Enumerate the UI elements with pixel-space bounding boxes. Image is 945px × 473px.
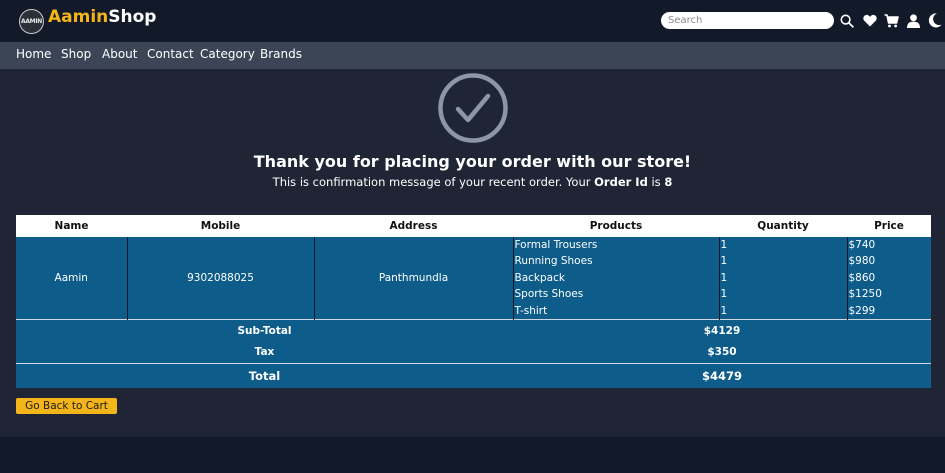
header-name: Name — [16, 215, 127, 237]
brand-part-1: Aamin — [48, 7, 109, 27]
main-nav: Home Shop About Contact Category Brands — [0, 42, 945, 69]
tax-label: Tax — [16, 341, 513, 364]
order-id-value: 8 — [664, 175, 673, 189]
product-name: Backpack — [514, 271, 565, 284]
cart-icon[interactable] — [883, 12, 899, 29]
nav-home[interactable]: Home — [16, 47, 51, 61]
product-price: $740 — [848, 239, 876, 251]
product-quantity: 1 — [720, 288, 728, 301]
brand-part-2: Shop — [108, 7, 157, 27]
product-name: Sports Shoes — [514, 288, 584, 301]
nav-brands[interactable]: Brands — [260, 47, 302, 61]
product-quantity: 1 — [720, 255, 728, 268]
tax-value: $350 — [513, 341, 931, 364]
search-icon[interactable] — [839, 12, 855, 29]
products-cell: Formal Trousers Running Shoes Backpack S… — [513, 237, 720, 320]
order-table: Name Mobile Address Products Quantity Pr… — [16, 215, 931, 389]
order-table-container: Name Mobile Address Products Quantity Pr… — [16, 215, 931, 389]
product-price: $299 — [848, 304, 876, 317]
logo-icon[interactable]: AAMIN — [19, 9, 44, 34]
logo-text: AAMIN — [20, 18, 42, 25]
nav-about[interactable]: About — [102, 47, 137, 61]
check-circle-icon — [437, 72, 509, 144]
table-row: Aamin 9302088025 Panthmundla Formal Trou… — [16, 237, 931, 320]
confirmation-message: This is confirmation message of your rec… — [0, 175, 945, 189]
header-quantity: Quantity — [719, 215, 847, 237]
product-name: Running Shoes — [514, 255, 593, 268]
product-quantity: 1 — [720, 304, 728, 317]
go-back-to-cart-button[interactable]: Go Back to Cart — [16, 398, 117, 414]
customer-address: Panthmundla — [314, 237, 514, 320]
total-label: Total — [16, 362, 513, 389]
confirmation-message-prefix: This is confirmation message of your rec… — [272, 175, 595, 189]
top-header: AAMIN AaminShop — [0, 0, 945, 42]
product-name: T-shirt — [514, 304, 548, 317]
total-value: $4479 — [513, 362, 931, 389]
product-quantity: 1 — [720, 239, 728, 251]
tax-row: Tax $350 — [16, 341, 931, 364]
moon-icon[interactable] — [927, 12, 943, 29]
confirmation-title: Thank you for placing your order with ou… — [253, 152, 692, 171]
header-address: Address — [314, 215, 513, 237]
heart-icon[interactable] — [862, 12, 878, 29]
quantities-cell: 1 1 1 1 1 — [719, 237, 848, 320]
subtotal-label: Sub-Total — [16, 318, 513, 342]
search-input[interactable] — [661, 12, 834, 29]
confirmation-message-mid: is — [647, 175, 665, 189]
table-header-row: Name Mobile Address Products Quantity Pr… — [16, 215, 931, 237]
subtotal-row: Sub-Total $4129 — [16, 318, 931, 342]
header-mobile: Mobile — [127, 215, 314, 237]
nav-category[interactable]: Category — [200, 47, 255, 61]
customer-name: Aamin — [16, 237, 128, 320]
user-icon[interactable] — [905, 12, 921, 29]
subtotal-value: $4129 — [513, 318, 931, 342]
brand-name[interactable]: AaminShop — [48, 7, 156, 27]
order-id-label: Order Id — [594, 175, 648, 189]
header-products: Products — [513, 215, 719, 237]
product-name: Formal Trousers — [514, 239, 598, 251]
prices-cell: $740 $980 $860 $1250 $299 — [847, 237, 931, 320]
nav-contact[interactable]: Contact — [147, 47, 194, 61]
footer — [0, 437, 945, 473]
total-row: Total $4479 — [16, 362, 931, 389]
product-quantity: 1 — [720, 271, 728, 284]
header-price: Price — [847, 215, 931, 237]
customer-mobile: 9302088025 — [127, 237, 315, 320]
nav-shop[interactable]: Shop — [61, 47, 91, 61]
product-price: $860 — [848, 271, 876, 284]
product-price: $980 — [848, 255, 876, 268]
product-price: $1250 — [848, 288, 882, 301]
